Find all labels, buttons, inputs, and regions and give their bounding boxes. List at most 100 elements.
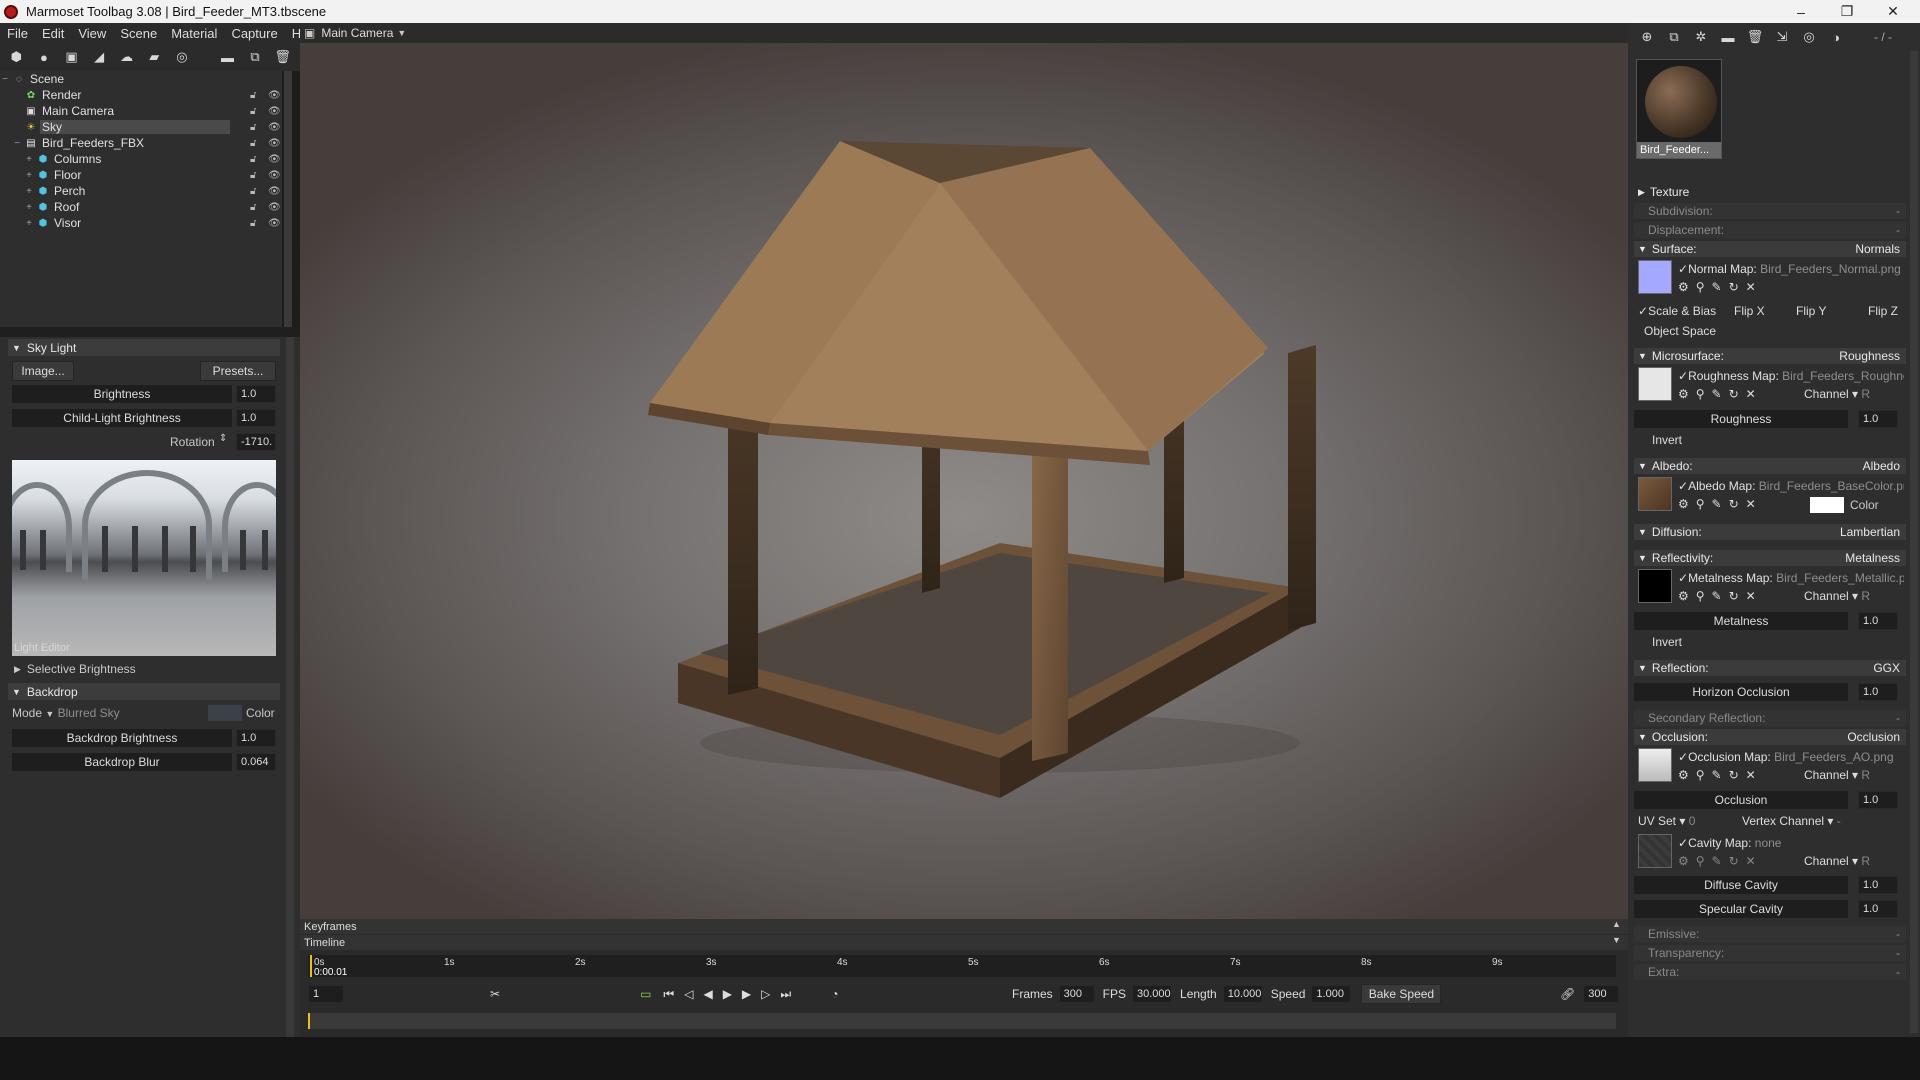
fps-field[interactable]: 30.000	[1132, 985, 1173, 1003]
backdrop-blur-slider[interactable]: Backdrop Blur	[12, 753, 232, 771]
playhead[interactable]	[310, 955, 312, 977]
prev-key-icon[interactable]: ◁	[684, 987, 693, 1001]
rotation-value[interactable]: -1710.	[236, 433, 276, 451]
eye-icon[interactable]: 👁︎	[268, 138, 281, 149]
map-tools[interactable]: ⚙⚲✎↻✕	[1678, 497, 1763, 511]
menu-capture[interactable]: Capture	[224, 26, 284, 41]
speed-field[interactable]: 1.000	[1311, 985, 1352, 1003]
section-value[interactable]: Albedo	[1863, 459, 1900, 473]
metalness-slider[interactable]: Metalness	[1634, 612, 1848, 630]
flip-z-checkbox[interactable]: Flip Z	[1868, 304, 1898, 318]
folder-icon[interactable]: ▬	[1717, 27, 1739, 47]
expand-icon[interactable]: ▼	[1612, 935, 1621, 945]
eye-icon[interactable]: 👁︎	[268, 218, 281, 229]
add-mesh-icon[interactable]: ⬢	[6, 47, 27, 67]
timeline-ruler[interactable]: 0s 1s 2s 3s 4s 5s 6s 7s 8s 9s 0:00.01	[308, 955, 1616, 978]
albedo-section[interactable]: ▼ Albedo: Albedo	[1634, 458, 1906, 474]
albedo-map-swatch[interactable]	[1638, 477, 1672, 511]
duplicate-icon[interactable]: ⧉	[245, 47, 266, 67]
current-frame-field[interactable]: 1	[308, 985, 344, 1003]
add-group-icon[interactable]: ▰	[144, 47, 165, 67]
diffusion-section[interactable]: ▼ Diffusion: Lambertian	[1634, 524, 1906, 540]
play-icon[interactable]: ▶	[723, 987, 732, 1001]
add-material-icon[interactable]: ⊕	[1636, 27, 1658, 47]
close-button[interactable]: ✕	[1870, 0, 1916, 23]
reflection-section[interactable]: ▼ Reflection: GGX	[1634, 660, 1906, 676]
menu-scene[interactable]: Scene	[113, 26, 164, 41]
section-value[interactable]: Metalness	[1845, 551, 1900, 565]
selective-brightness-row[interactable]: ▶ Selective Brightness	[14, 660, 280, 678]
menu-file[interactable]: File	[0, 26, 35, 41]
diffuse-cavity-slider[interactable]: Diffuse Cavity	[1634, 876, 1848, 894]
map-tools[interactable]: ⚙⚲✎↻✕	[1678, 387, 1763, 401]
secondary-reflection-section[interactable]: Secondary Reflection: -	[1634, 710, 1906, 726]
metalness-channel-dropdown[interactable]: Channel ▾ R	[1804, 589, 1870, 603]
eye-icon[interactable]: 👁︎	[268, 186, 281, 197]
sky-light-header[interactable]: ▼ Sky Light	[8, 339, 280, 356]
brightness-value[interactable]: 1.0	[236, 385, 276, 403]
publish-icon[interactable]: ◑	[1825, 27, 1847, 47]
tree-row[interactable]: + ⬢ Perch 🔓︎ 👁︎	[0, 183, 282, 199]
specular-cavity-slider[interactable]: Specular Cavity	[1634, 900, 1848, 918]
metalness-value[interactable]: 1.0	[1858, 612, 1898, 630]
map-tools[interactable]: ⚙⚲✎↻✕	[1678, 280, 1763, 294]
library-icon[interactable]: ◎	[1798, 27, 1820, 47]
material-scrollbar[interactable]	[1910, 183, 1918, 1033]
tree-row[interactable]: − ▤ Bird_Feeders_FBX 🔓︎ 👁︎	[0, 135, 282, 151]
assign-icon[interactable]: ⇲	[1771, 27, 1793, 47]
eye-icon[interactable]: 👁︎	[268, 90, 281, 101]
end-frame-field[interactable]: 300	[1583, 985, 1620, 1003]
horizon-occlusion-value[interactable]: 1.0	[1858, 683, 1898, 701]
object-space-checkbox[interactable]: Object Space	[1634, 324, 1906, 342]
specular-cavity-value[interactable]: 1.0	[1858, 900, 1898, 918]
tree-row[interactable]: + ⬢ Floor 🔓︎ 👁︎	[0, 167, 282, 183]
tree-row[interactable]: ✿ Render 🔓︎ 👁︎	[0, 87, 282, 103]
flip-x-checkbox[interactable]: Flip X	[1734, 304, 1765, 318]
add-camera-icon[interactable]: ▣	[61, 47, 82, 67]
keyframes-bar[interactable]: Keyframes	[300, 919, 1628, 934]
backdrop-brightness-slider[interactable]: Backdrop Brightness	[12, 729, 232, 747]
eye-icon[interactable]: 👁︎	[268, 106, 281, 117]
clock-icon[interactable]: ◔	[831, 987, 838, 1001]
thumb-scrollbar[interactable]	[1910, 51, 1918, 191]
lock-icon[interactable]: 🔓︎	[250, 106, 256, 117]
roughness-channel-dropdown[interactable]: Channel ▾ R	[1804, 387, 1870, 401]
metalness-map-swatch[interactable]	[1638, 569, 1672, 603]
expand-icon[interactable]: +	[24, 202, 34, 213]
sky-presets-button[interactable]: Presets...	[200, 361, 276, 381]
eye-icon[interactable]: 👁︎	[268, 154, 281, 165]
loop-icon[interactable]: ▭	[640, 987, 651, 1001]
occlusion-slider[interactable]: Occlusion	[1634, 791, 1848, 809]
child-brightness-slider[interactable]: Child-Light Brightness	[12, 409, 232, 427]
displacement-section[interactable]: Displacement: -	[1634, 222, 1906, 238]
vertex-channel-dropdown[interactable]: Vertex Channel ▾ -	[1742, 814, 1841, 828]
lock-icon[interactable]: 🔓︎	[250, 202, 256, 213]
backdrop-mode-dropdown[interactable]: Mode ▼ Blurred Sky	[12, 706, 120, 720]
lock-icon[interactable]: 🔓︎	[250, 218, 256, 229]
tree-row[interactable]: + ⬢ Roof 🔓︎ 👁︎	[0, 199, 282, 215]
tree-row[interactable]: ☀ Sky 🔓︎ 👁︎	[0, 119, 282, 135]
last-frame-icon[interactable]: ⏭	[780, 987, 791, 1002]
tree-row[interactable]: + ⬢ Columns 🔓︎ 👁︎	[0, 151, 282, 167]
trash-icon[interactable]: 🗑	[272, 47, 293, 67]
add-shadow-catcher-icon[interactable]: ◢	[89, 47, 110, 67]
subdivision-section[interactable]: Subdivision: -	[1634, 203, 1906, 219]
roughness-map-swatch[interactable]	[1638, 367, 1672, 401]
lock-icon[interactable]: 🔓︎	[250, 138, 256, 149]
map-tools[interactable]: ⚙⚲✎↻✕	[1678, 854, 1763, 868]
albedo-color-swatch[interactable]	[1810, 497, 1844, 513]
frames-field[interactable]: 300	[1058, 985, 1095, 1003]
flip-y-checkbox[interactable]: Flip Y	[1796, 304, 1826, 318]
section-value[interactable]: Lambertian	[1840, 525, 1900, 539]
eye-icon[interactable]: 👁︎	[268, 170, 281, 181]
next-key-icon[interactable]: ▷	[761, 987, 770, 1001]
normal-map-swatch[interactable]	[1638, 260, 1672, 294]
occlusion-channel-dropdown[interactable]: Channel ▾ R	[1804, 768, 1870, 782]
next-frame-icon[interactable]: ▶	[742, 987, 751, 1001]
expand-icon[interactable]: +	[24, 154, 34, 165]
collapse-icon[interactable]: −	[0, 74, 10, 85]
menu-view[interactable]: View	[71, 26, 113, 41]
rotation-stepper-icon[interactable]: ⇕	[219, 433, 227, 444]
backdrop-color-swatch[interactable]	[208, 705, 242, 721]
material-thumbnail[interactable]: Bird_Feeder...	[1636, 59, 1722, 159]
